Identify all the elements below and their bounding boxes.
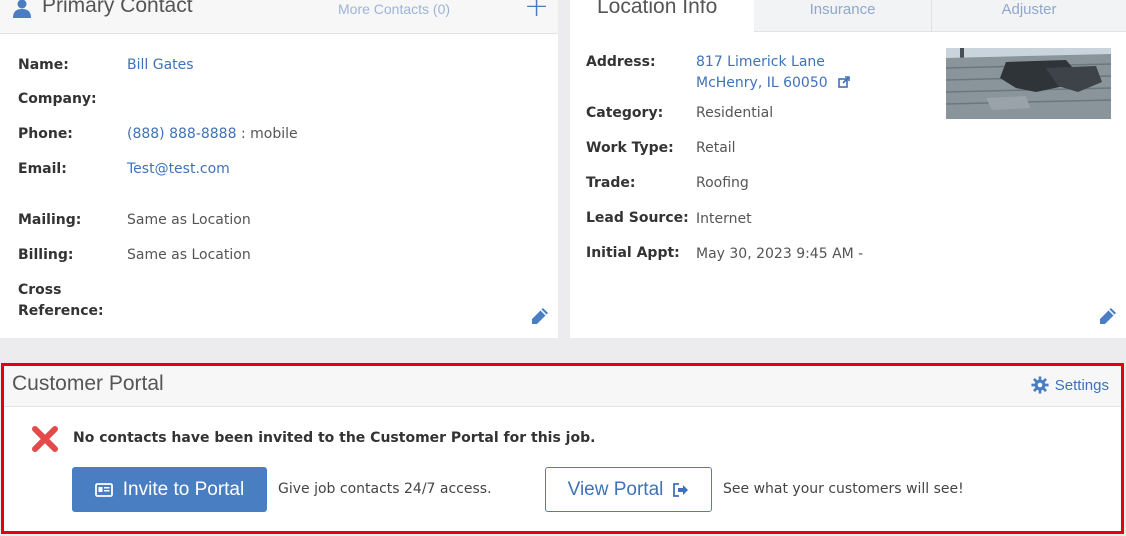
address-line2-row[interactable]: McHenry, IL 60050 <box>696 75 850 91</box>
roof-photo-thumbnail[interactable] <box>946 48 1111 119</box>
tab-location-info[interactable]: Location Info <box>570 0 754 34</box>
view-portal-hint: See what your customers will see! <box>723 481 964 497</box>
address-line2[interactable]: McHenry, IL 60050 <box>696 75 828 91</box>
lead-source-label: Lead Source: <box>586 210 689 226</box>
customer-portal-title: Customer Portal <box>12 372 164 395</box>
location-tabbar: Location Info Insurance Adjuster <box>570 0 1126 34</box>
gear-icon <box>1031 376 1049 394</box>
primary-contact-panel: Primary Contact More Contacts (0) + Name… <box>0 0 558 338</box>
name-label: Name: <box>18 57 69 73</box>
no-contacts-message: No contacts have been invited to the Cus… <box>73 430 596 446</box>
cross-reference-label-1: Cross <box>18 282 62 298</box>
phone-type: : mobile <box>236 126 298 142</box>
external-link-icon[interactable] <box>838 76 850 88</box>
mailing-label: Mailing: <box>18 212 82 228</box>
settings-label: Settings <box>1054 376 1109 394</box>
category-label: Category: <box>586 105 664 121</box>
add-contact-plus-icon[interactable]: + <box>524 0 549 22</box>
trade-value: Roofing <box>696 175 749 191</box>
view-portal-label: View Portal <box>567 478 664 500</box>
customer-portal-header <box>4 366 1121 407</box>
address-line1[interactable]: 817 Limerick Lane <box>696 54 825 70</box>
x-icon <box>32 426 58 452</box>
mailing-value: Same as Location <box>127 212 251 228</box>
phone-label: Phone: <box>18 126 73 142</box>
name-value[interactable]: Bill Gates <box>127 57 194 73</box>
invite-to-portal-label: Invite to Portal <box>122 478 245 500</box>
initial-appt-label: Initial Appt: <box>586 245 680 261</box>
billing-label: Billing: <box>18 247 74 263</box>
edit-contact-pencil-icon[interactable] <box>530 306 550 326</box>
work-type-label: Work Type: <box>586 140 674 156</box>
primary-contact-title: Primary Contact <box>42 0 193 17</box>
email-label: Email: <box>18 161 67 177</box>
initial-appt-value: May 30, 2023 9:45 AM - <box>696 246 864 262</box>
company-label: Company: <box>18 91 97 107</box>
more-contacts-link[interactable]: More Contacts (0) <box>338 1 450 17</box>
invite-hint: Give job contacts 24/7 access. <box>278 481 492 497</box>
edit-location-pencil-icon[interactable] <box>1098 306 1118 326</box>
location-panel: Location Info Insurance Adjuster Address… <box>570 0 1126 338</box>
sign-out-icon <box>673 482 689 497</box>
portal-settings-button[interactable]: Settings <box>1031 376 1109 394</box>
lead-source-value: Internet <box>696 211 752 227</box>
tab-location-info-label: Location Info <box>597 0 718 18</box>
user-icon <box>13 0 31 18</box>
customer-portal-panel: Customer Portal Settings No contacts hav… <box>1 363 1124 534</box>
email-value[interactable]: Test@test.com <box>127 161 230 177</box>
address-label: Address: <box>586 54 656 70</box>
trade-label: Trade: <box>586 175 636 191</box>
cross-reference-label-2: Reference: <box>18 303 104 319</box>
billing-value: Same as Location <box>127 247 251 263</box>
view-portal-button[interactable]: View Portal <box>545 467 712 512</box>
tab-insurance[interactable]: Insurance <box>754 0 932 32</box>
phone-row: (888) 888-8888 : mobile <box>127 126 298 142</box>
phone-value[interactable]: (888) 888-8888 <box>127 126 237 142</box>
invite-to-portal-button[interactable]: Invite to Portal <box>72 467 267 512</box>
work-type-value: Retail <box>696 140 736 156</box>
category-value: Residential <box>696 105 774 121</box>
id-card-icon <box>94 482 113 497</box>
tab-adjuster[interactable]: Adjuster <box>932 0 1126 32</box>
